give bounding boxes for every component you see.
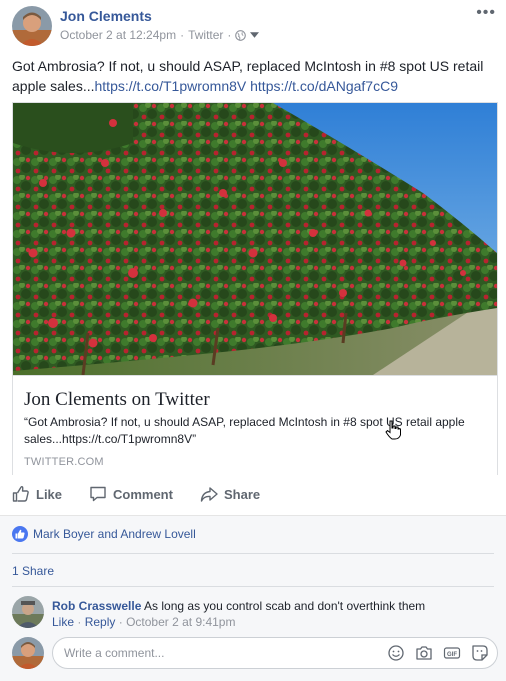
comment-button[interactable]: Comment [89, 485, 173, 503]
more-options-button[interactable]: ••• [476, 4, 496, 22]
meta-separator: · [180, 28, 185, 42]
composer-icons: GIF [387, 644, 489, 662]
post-text: Got Ambrosia? If not, u should ASAP, rep… [12, 56, 496, 96]
emoji-icon[interactable] [387, 644, 405, 662]
card-domain: TWITTER.COM [24, 456, 104, 468]
reactions-summary[interactable]: Mark Boyer and Andrew Lovell [12, 526, 196, 542]
camera-icon[interactable] [415, 644, 433, 662]
like-button[interactable]: Like [12, 485, 62, 503]
globe-icon[interactable] [235, 29, 247, 41]
svg-text:GIF: GIF [447, 652, 457, 658]
post-source: Twitter [188, 28, 224, 42]
share-button[interactable]: Share [200, 485, 260, 503]
post-meta: October 2 at 12:24pm · Twitter · [60, 28, 260, 42]
like-reaction-icon [12, 526, 28, 542]
shares-count[interactable]: 1 Share [12, 564, 54, 578]
post-link-2[interactable]: https://t.co/dANgaf7cC9 [250, 78, 398, 94]
author-avatar[interactable] [12, 6, 52, 46]
post-actions-bar: Like Comment Share [0, 478, 506, 514]
comment-content: Rob Crasswelle As long as you control sc… [52, 598, 425, 614]
chevron-down-icon[interactable] [250, 32, 260, 38]
sticker-icon[interactable] [471, 644, 489, 662]
divider [12, 586, 494, 587]
author-name[interactable]: Jon Clements [60, 8, 152, 24]
post-body: Got Ambrosia? If not, u should ASAP, rep… [12, 58, 484, 94]
link-preview-card[interactable]: Jon Clements on Twitter “Got Ambrosia? I… [12, 102, 498, 475]
comment-icon [90, 486, 106, 502]
facebook-post: Jon Clements October 2 at 12:24pm · Twit… [0, 0, 506, 681]
post-link-1[interactable]: https://t.co/T1pwromn8V [95, 78, 247, 94]
meta-separator: · [77, 615, 85, 629]
commenter-name[interactable]: Rob Crasswelle [52, 599, 141, 613]
current-user-avatar [12, 637, 44, 669]
card-description: “Got Ambrosia? If not, u should ASAP, re… [24, 415, 465, 446]
gif-icon[interactable]: GIF [443, 644, 461, 662]
share-icon [200, 487, 218, 502]
comment-reply-link[interactable]: Reply [85, 615, 116, 629]
comment-time[interactable]: October 2 at 9:41pm [126, 615, 235, 629]
meta-separator: · [227, 28, 232, 42]
comment-meta: Like · Reply · October 2 at 9:41pm [52, 615, 235, 629]
post-date[interactable]: October 2 at 12:24pm [60, 28, 176, 42]
card-title[interactable]: Jon Clements on Twitter [24, 389, 210, 411]
comment-like-link[interactable]: Like [52, 615, 74, 629]
meta-separator: · [118, 615, 127, 629]
comment-composer[interactable]: GIF [52, 637, 498, 669]
apple-orchard-image[interactable] [13, 103, 497, 375]
comment-label: Comment [113, 486, 173, 502]
comment-text: As long as you control scab and don't ov… [144, 599, 426, 613]
like-icon [12, 485, 29, 502]
like-label: Like [36, 486, 63, 502]
hand-cursor-icon [385, 420, 401, 440]
divider [12, 553, 494, 554]
reaction-names[interactable]: Mark Boyer and Andrew Lovell [33, 527, 196, 541]
card-body[interactable]: Jon Clements on Twitter “Got Ambrosia? I… [13, 375, 497, 475]
comment-input[interactable] [64, 644, 374, 662]
share-label: Share [224, 486, 261, 502]
commenter-avatar[interactable] [12, 596, 44, 628]
